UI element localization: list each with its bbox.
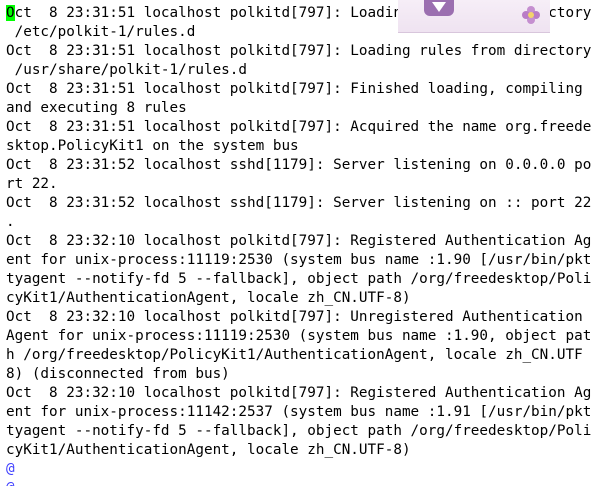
terminal-window[interactable]: Oct 8 23:31:51 localhost polkitd[797]: L… [0, 0, 611, 486]
text-cursor: O [6, 5, 15, 21]
log-line: Oct 8 23:31:52 localhost sshd[1179]: Ser… [6, 157, 592, 173]
log-line: ent for unix-process:11142:2537 (system … [6, 404, 592, 420]
prompt-line: @ [6, 461, 15, 477]
log-line: and executing 8 rules [6, 100, 187, 116]
log-line: Oct 8 23:31:51 localhost polkitd[797]: L… [6, 43, 592, 59]
log-line: Oct 8 23:32:10 localhost polkitd[797]: R… [6, 385, 592, 401]
log-line: Oct 8 23:32:10 localhost polkitd[797]: U… [6, 309, 583, 325]
log-line: Agent for unix-process:11119:2530 (syste… [6, 328, 592, 344]
down-arrow-icon [432, 2, 446, 12]
log-line: sktop.PolicyKit1 on the system bus [6, 138, 299, 154]
log-line: 8) (disconnected from bus) [6, 366, 230, 382]
log-line: Oct 8 23:31:51 localhost polkitd[797]: F… [6, 81, 583, 97]
log-line: cyKit1/AuthenticationAgent, locale zh_CN… [6, 442, 411, 458]
overlay-notification [398, 0, 550, 33]
log-output: Oct 8 23:31:51 localhost polkitd[797]: L… [6, 4, 591, 486]
log-line: . [6, 214, 15, 230]
flower-icon [522, 6, 540, 24]
log-line: tyagent --notify-fd 5 --fallback], objec… [6, 423, 592, 439]
log-line: Oct 8 23:31:52 localhost sshd[1179]: Ser… [6, 195, 592, 211]
log-line: Oct 8 23:32:10 localhost polkitd[797]: R… [6, 233, 592, 249]
log-line: tyagent --notify-fd 5 --fallback], objec… [6, 271, 592, 287]
log-line: Oct 8 23:31:51 localhost polkitd[797]: A… [6, 119, 592, 135]
log-line: ent for unix-process:11119:2530 (system … [6, 252, 592, 268]
log-line: rt 22. [6, 176, 58, 192]
log-line: h /org/freedesktop/PolicyKit1/Authentica… [6, 347, 583, 363]
log-line: /usr/share/polkit-1/rules.d [6, 62, 248, 78]
prompt-line-2: @ [6, 479, 591, 486]
log-line: cyKit1/AuthenticationAgent, locale zh_CN… [6, 290, 411, 306]
